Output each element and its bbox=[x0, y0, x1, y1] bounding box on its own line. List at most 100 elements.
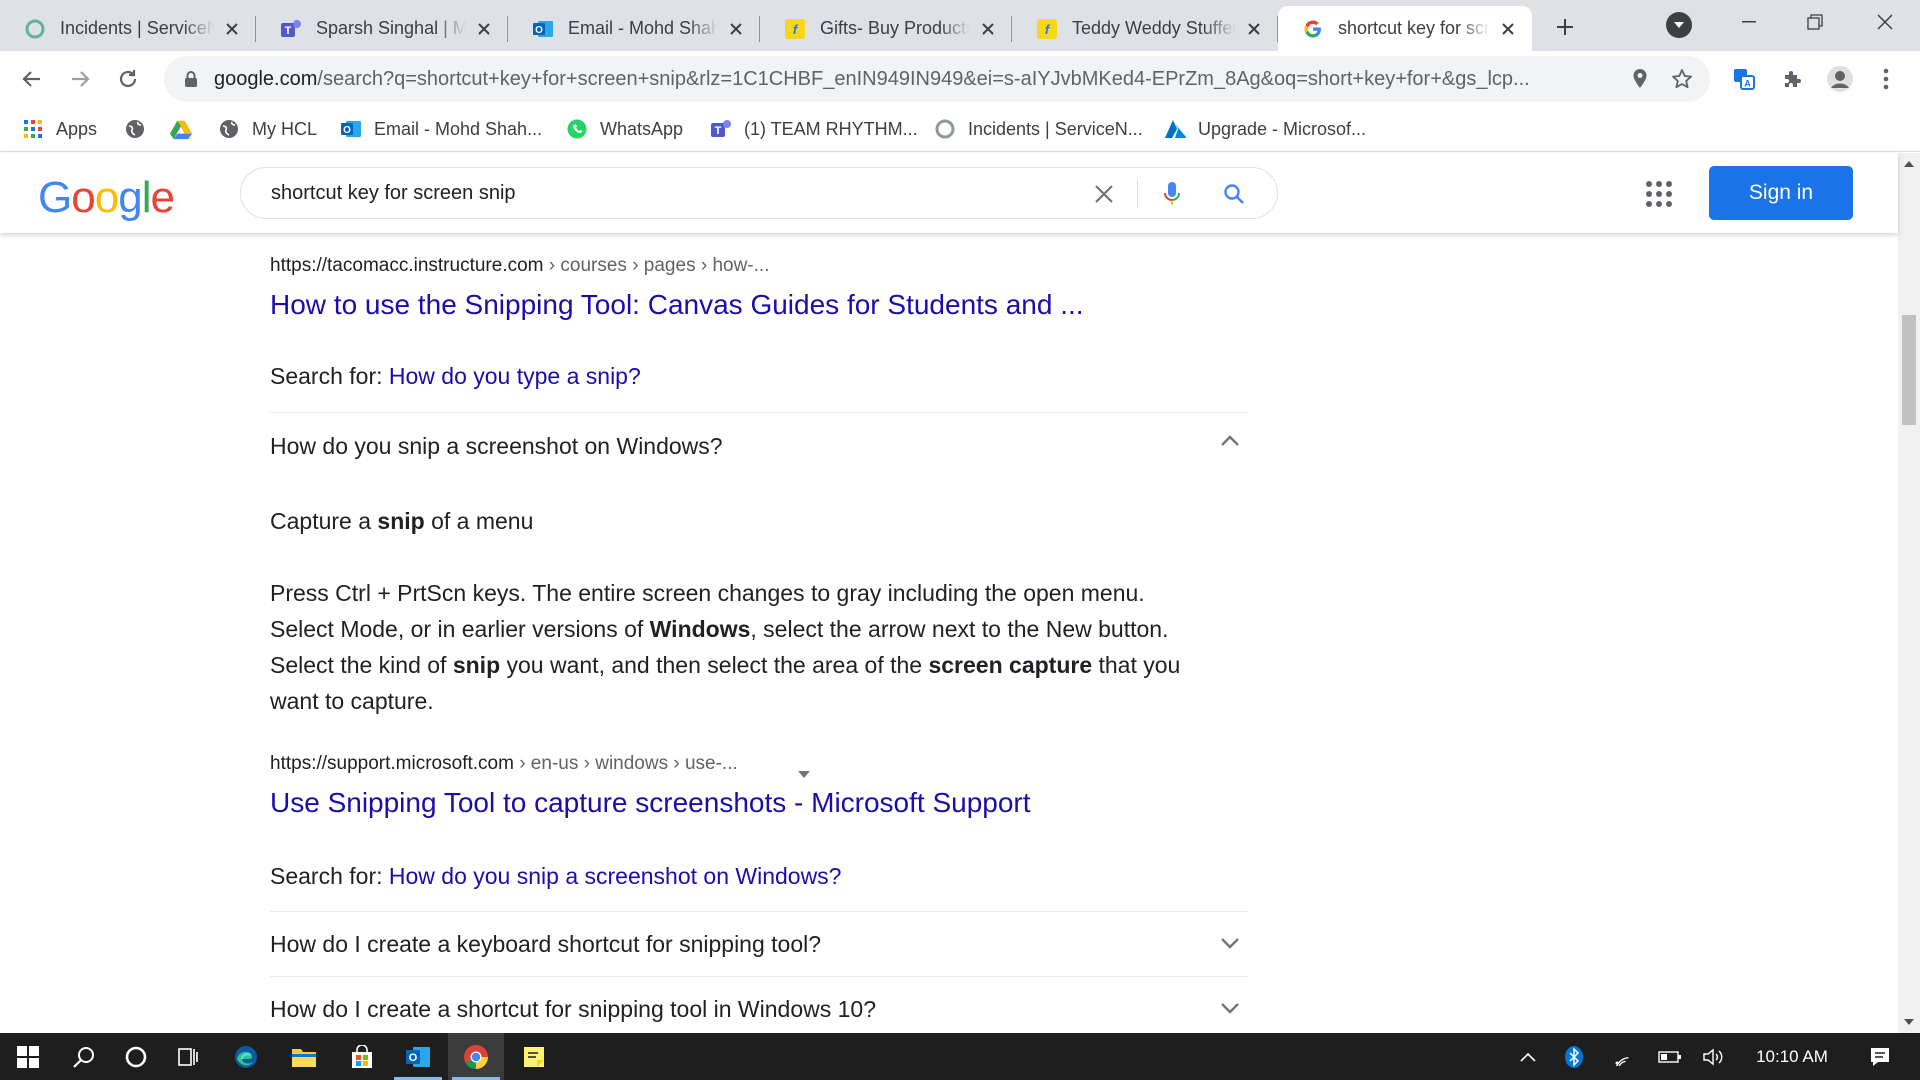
bookmark-apps[interactable]: Apps bbox=[22, 113, 97, 145]
azure-icon bbox=[1164, 118, 1186, 140]
result-title-link[interactable]: Use Snipping Tool to capture screenshots… bbox=[270, 787, 1031, 819]
close-tab-icon[interactable] bbox=[220, 17, 244, 41]
google-apps-icon[interactable] bbox=[1645, 180, 1673, 208]
voice-search-icon[interactable] bbox=[1159, 181, 1185, 207]
clock[interactable]: 10:10 AM bbox=[1742, 1033, 1842, 1080]
flipkart-icon: f bbox=[1036, 18, 1058, 40]
reload-button[interactable] bbox=[110, 61, 146, 97]
close-tab-icon[interactable] bbox=[724, 17, 748, 41]
sign-in-button[interactable]: Sign in bbox=[1709, 166, 1853, 220]
bookmark-my-hcl[interactable]: My HCL bbox=[218, 113, 317, 145]
tab-teddy[interactable]: f Teddy Weddy Stuffed bbox=[1012, 6, 1278, 51]
close-tab-icon[interactable] bbox=[1496, 17, 1520, 41]
google-logo[interactable]: Google bbox=[38, 173, 175, 223]
task-view-icon[interactable] bbox=[160, 1033, 216, 1080]
store-icon[interactable] bbox=[334, 1033, 390, 1080]
svg-text:O: O bbox=[535, 25, 543, 36]
forward-button[interactable] bbox=[62, 61, 98, 97]
search-for-link[interactable]: How do you snip a screenshot on Windows? bbox=[389, 863, 842, 889]
translate-icon[interactable]: A bbox=[1726, 61, 1762, 97]
address-bar[interactable]: google.com/search?q=shortcut+key+for+scr… bbox=[164, 56, 1710, 102]
lock-icon[interactable] bbox=[180, 70, 202, 88]
show-hidden-icons-chevron-icon[interactable] bbox=[1508, 1033, 1548, 1080]
result-cite[interactable]: https://support.microsoft.com › en-us › … bbox=[270, 753, 738, 775]
bookmark-incidents[interactable]: Incidents | ServiceN... bbox=[934, 113, 1143, 145]
tab-google-search[interactable]: shortcut key for screen snip bbox=[1278, 6, 1532, 51]
scroll-down-arrow[interactable] bbox=[1904, 1019, 1914, 1025]
tab-title: Teddy Weddy Stuffed bbox=[1072, 18, 1236, 38]
windows-start-icon[interactable] bbox=[0, 1033, 56, 1080]
tab-incidents[interactable]: Incidents | ServiceNow bbox=[0, 6, 256, 51]
battery-icon[interactable] bbox=[1652, 1033, 1688, 1080]
faq-answer-heading: Capture a snip of a menu bbox=[270, 503, 1250, 539]
bookmark-star-icon[interactable] bbox=[1670, 67, 1694, 91]
clear-search-icon[interactable] bbox=[1091, 181, 1117, 207]
bookmark-upgrade[interactable]: Upgrade - Microsof... bbox=[1164, 113, 1366, 145]
search-icon[interactable] bbox=[56, 1033, 112, 1080]
cite-host: https://support.microsoft.com bbox=[270, 753, 514, 774]
bookmark-label: Apps bbox=[56, 118, 98, 139]
svg-text:O: O bbox=[409, 1052, 418, 1064]
search-input[interactable] bbox=[271, 181, 1071, 205]
menu-kebab-icon[interactable] bbox=[1868, 61, 1904, 97]
scroll-up-arrow[interactable] bbox=[1904, 161, 1914, 167]
result-cite[interactable]: https://tacomacc.instructure.com › cours… bbox=[270, 255, 769, 277]
tab-title: shortcut key for screen snip bbox=[1338, 18, 1490, 38]
tab-search-button[interactable] bbox=[1666, 12, 1692, 38]
tab-teams[interactable]: T Sparsh Singhal | Microsoft Teams bbox=[256, 6, 508, 51]
bookmark-email[interactable]: O Email - Mohd Shah... bbox=[340, 113, 542, 145]
location-icon[interactable] bbox=[1628, 67, 1652, 91]
cortana-icon[interactable] bbox=[108, 1033, 164, 1080]
chrome-icon[interactable] bbox=[448, 1033, 504, 1080]
logo-letter: g bbox=[118, 173, 143, 222]
caret-down-icon[interactable] bbox=[798, 766, 810, 778]
outlook-icon[interactable]: O bbox=[390, 1033, 446, 1080]
new-tab-button[interactable] bbox=[1548, 10, 1582, 44]
faq-question[interactable]: How do I create a keyboard shortcut for … bbox=[270, 931, 821, 958]
bookmark-label: My HCL bbox=[252, 118, 318, 139]
bookmark-drive[interactable] bbox=[170, 113, 204, 145]
text-span: Select Mode, or in earlier versions of bbox=[270, 616, 650, 642]
result-title-link[interactable]: How to use the Snipping Tool: Canvas Gui… bbox=[270, 289, 1084, 321]
file-explorer-icon[interactable] bbox=[276, 1033, 332, 1080]
close-tab-icon[interactable] bbox=[976, 17, 1000, 41]
search-for-link[interactable]: How do you type a snip? bbox=[389, 363, 641, 389]
bluetooth-icon[interactable] bbox=[1556, 1033, 1592, 1080]
close-window-button[interactable] bbox=[1852, 0, 1918, 44]
restore-button[interactable] bbox=[1782, 0, 1848, 44]
servicenow-icon bbox=[934, 118, 956, 140]
chevron-down-icon[interactable] bbox=[1218, 931, 1242, 955]
close-tab-icon[interactable] bbox=[472, 17, 496, 41]
profile-avatar-icon[interactable] bbox=[1822, 61, 1858, 97]
divider bbox=[270, 976, 1248, 977]
faq-question[interactable]: How do I create a shortcut for snipping … bbox=[270, 996, 876, 1023]
notifications-icon[interactable] bbox=[1852, 1033, 1908, 1080]
cite-path: › courses › pages › how-... bbox=[543, 255, 770, 276]
search-divider bbox=[1137, 180, 1138, 208]
search-icon[interactable] bbox=[1221, 181, 1247, 207]
text-span: Capture a bbox=[270, 508, 378, 534]
bookmark-globe[interactable] bbox=[124, 113, 158, 145]
faq-question-expanded[interactable]: How do you snip a screenshot on Windows? bbox=[270, 433, 723, 460]
edge-icon[interactable] bbox=[218, 1033, 274, 1080]
tab-email[interactable]: O Email - Mohd Shahrukh bbox=[508, 6, 760, 51]
sticky-notes-icon[interactable] bbox=[506, 1033, 562, 1080]
chevron-down-icon[interactable] bbox=[1218, 996, 1242, 1020]
svg-text:A: A bbox=[1744, 79, 1751, 89]
tab-title: Email - Mohd Shahrukh bbox=[568, 18, 718, 38]
bold-span: screen capture bbox=[928, 652, 1093, 678]
wifi-icon[interactable] bbox=[1604, 1033, 1640, 1080]
minimize-button[interactable] bbox=[1716, 0, 1782, 44]
extensions-icon[interactable] bbox=[1774, 61, 1810, 97]
tab-gifts[interactable]: f Gifts- Buy Products bbox=[760, 6, 1012, 51]
bookmark-label: WhatsApp bbox=[600, 118, 684, 139]
scroll-thumb[interactable] bbox=[1902, 315, 1916, 425]
chevron-up-icon[interactable] bbox=[1218, 429, 1242, 453]
close-tab-icon[interactable] bbox=[1242, 17, 1266, 41]
page-scrollbar[interactable] bbox=[1898, 153, 1920, 1033]
volume-icon[interactable] bbox=[1696, 1033, 1732, 1080]
bookmark-team-rhythm[interactable]: T (1) TEAM RHYTHM... bbox=[710, 113, 918, 145]
flipkart-icon: f bbox=[784, 18, 806, 40]
back-button[interactable] bbox=[14, 61, 50, 97]
bookmark-whatsapp[interactable]: WhatsApp bbox=[566, 113, 683, 145]
